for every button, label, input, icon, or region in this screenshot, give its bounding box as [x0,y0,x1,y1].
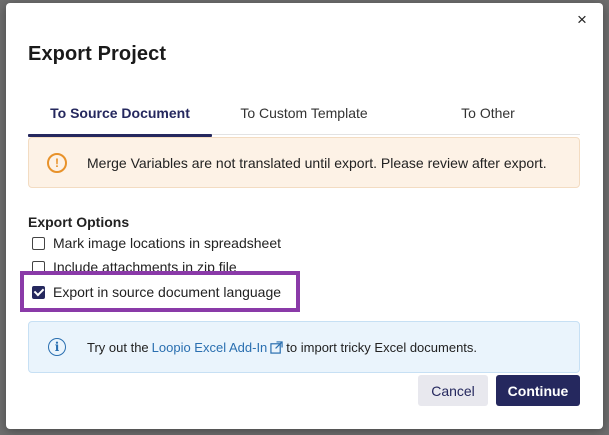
info-circle-icon: i [48,338,66,356]
checkbox-export-source-language[interactable] [32,285,45,299]
option-label: Include attachments in zip file [53,259,237,275]
checkbox-mark-image-locations[interactable] [32,236,45,250]
warning-text: Merge Variables are not translated until… [87,154,547,171]
option-mark-image-locations[interactable]: Mark image locations in spreadsheet [32,235,281,251]
cancel-button[interactable]: Cancel [418,375,488,406]
info-text: Try out the Loopio Excel Add-In to impor… [87,340,477,355]
loopio-excel-addin-link[interactable]: Loopio Excel Add-In [152,340,268,355]
info-banner: i Try out the Loopio Excel Add-In to imp… [28,321,580,373]
tab-to-other[interactable]: To Other [396,91,580,135]
dialog-title: Export Project [28,43,167,65]
tab-to-custom-template[interactable]: To Custom Template [212,91,396,135]
option-include-attachments[interactable]: Include attachments in zip file [32,259,237,275]
warning-banner: ! Merge Variables are not translated unt… [28,137,580,188]
close-button[interactable]: × [573,11,591,29]
info-suffix: to import tricky Excel documents. [286,339,478,355]
export-tabs: To Source Document To Custom Template To… [28,91,580,137]
export-project-dialog: × Export Project To Source Document To C… [6,3,603,429]
external-link-icon[interactable] [270,340,283,354]
info-prefix: Try out the [87,339,149,355]
continue-button[interactable]: Continue [496,375,580,406]
option-label: Mark image locations in spreadsheet [53,235,282,251]
option-label: Export in source document language [53,284,282,300]
checkbox-include-attachments[interactable] [32,260,45,274]
export-options-heading: Export Options [28,214,130,230]
exclamation-circle-icon: ! [47,152,67,173]
option-export-source-language[interactable]: Export in source document language [32,284,281,300]
tab-to-source-document[interactable]: To Source Document [28,91,212,137]
